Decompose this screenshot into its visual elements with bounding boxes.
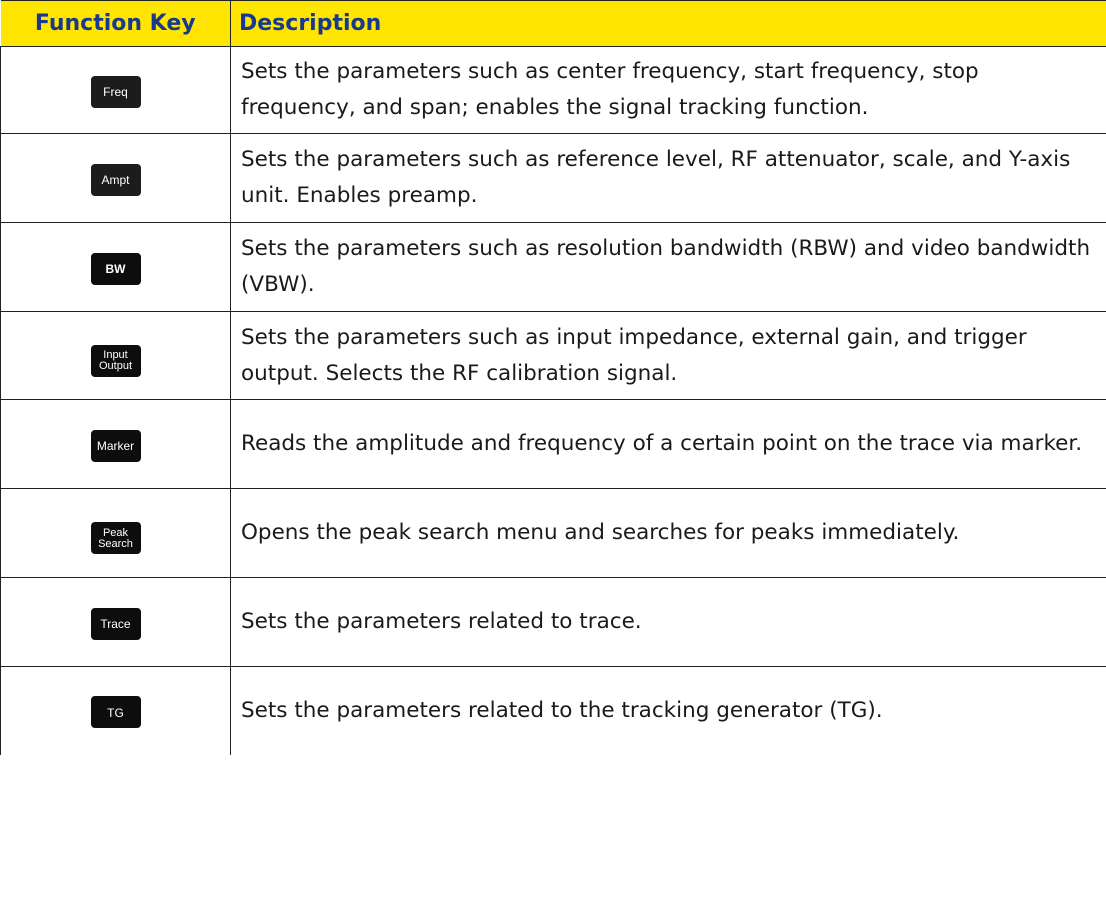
tg-key-icon: TG [90, 696, 141, 729]
key-cell: Trace [0, 577, 231, 667]
peak-search-key-icon: Peak Search [90, 522, 141, 555]
bw-key-icon: BW [90, 252, 141, 285]
key-label: Marker [96, 439, 135, 453]
key-label: Trace [100, 617, 131, 631]
description-cell: Reads the amplitude and frequency of a c… [230, 399, 1106, 489]
key-label: BW [105, 262, 126, 276]
table-row: Ampt Sets the parameters such as referen… [0, 133, 1106, 223]
key-cell: Input Output [0, 311, 231, 400]
key-cell: TG [0, 666, 231, 755]
description-cell: Sets the parameters such as center frequ… [230, 46, 1106, 134]
key-cell: Ampt [0, 133, 231, 223]
table-row: Peak Search Opens the peak search menu a… [0, 488, 1106, 578]
description-cell: Sets the parameters such as reference le… [230, 133, 1106, 223]
table-row: BW Sets the parameters such as resolutio… [0, 222, 1106, 312]
key-cell: BW [0, 222, 231, 312]
key-cell: Freq [0, 46, 231, 134]
input-output-key-icon: Input Output [90, 344, 141, 377]
trace-key-icon: Trace [90, 607, 141, 640]
marker-key-icon: Marker [90, 429, 141, 462]
description-cell: Sets the parameters related to the track… [241, 697, 883, 723]
key-cell: Marker [0, 399, 231, 489]
header-function-key: Function Key [0, 0, 231, 47]
table-header-row: Function Key Description [0, 0, 1106, 47]
key-label-bottom: Output [98, 360, 133, 373]
header-description: Description [230, 0, 1106, 47]
description-cell: Sets the parameters related to trace. [230, 577, 1106, 667]
table-row: Freq Sets the parameters such as center … [0, 46, 1106, 134]
description-cell: Sets the parameters such as resolution b… [230, 222, 1106, 312]
description-cell: Opens the peak search menu and searches … [230, 488, 1106, 578]
freq-key-icon: Freq [90, 75, 141, 108]
description-cell: Sets the parameters such as input impeda… [230, 311, 1106, 400]
key-label: Ampt [101, 173, 130, 187]
function-key-table: Function Key Description Freq Sets the p… [0, 0, 1106, 755]
table-row: TG Sets the parameters related to the tr… [0, 666, 1106, 755]
key-label: Freq [103, 85, 128, 99]
ampt-key-icon: Ampt [90, 163, 141, 196]
table-row: Trace Sets the parameters related to tra… [0, 577, 1106, 667]
key-cell: Peak Search [0, 488, 231, 578]
key-label: TG [107, 705, 124, 720]
table-row: Marker Reads the amplitude and frequency… [0, 399, 1106, 489]
key-label-bottom: Search [98, 537, 133, 550]
table-row: Input Output Sets the parameters such as… [0, 311, 1106, 400]
